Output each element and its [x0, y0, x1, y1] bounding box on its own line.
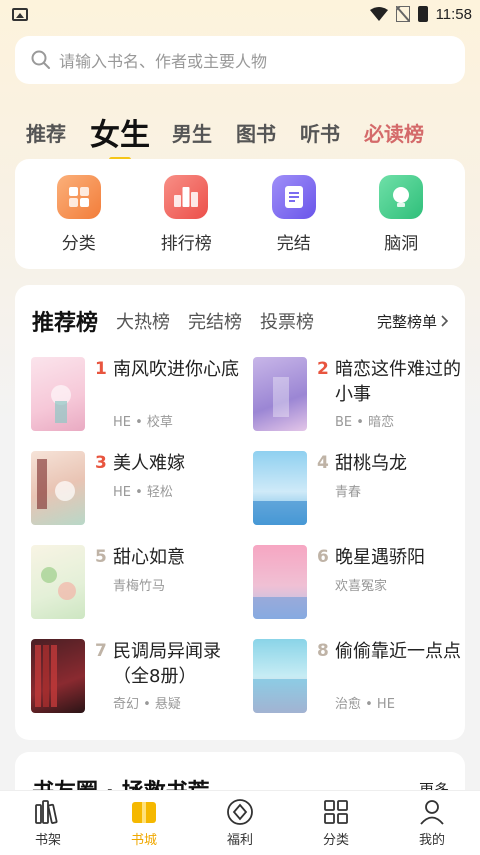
- quick-finished-label: 完结: [276, 233, 311, 254]
- book-tags: HE • 校草: [113, 415, 173, 430]
- ranking-tabs: 推荐榜 大热榜 完结榜 投票榜 完整榜单: [32, 303, 449, 339]
- book-item[interactable]: 7 民调局异闻录（全8册） 奇幻 • 悬疑: [31, 639, 246, 717]
- nav-profile-label: 我的: [418, 833, 445, 848]
- book-item[interactable]: 8 偷偷靠近一点点 治愈 • HE: [253, 639, 468, 717]
- tab-hot-rank[interactable]: 大热榜: [116, 308, 170, 334]
- quick-finished[interactable]: 完结: [254, 174, 334, 254]
- clock: 11:58: [435, 5, 472, 23]
- book-title: 暗恋这件难过的小事: [335, 359, 461, 405]
- full-ranking-label: 完整榜单: [376, 312, 437, 331]
- bulb-icon: [379, 174, 424, 219]
- nav-bookshelf-label: 书架: [34, 833, 61, 848]
- book-item[interactable]: 2 暗恋这件难过的小事 BE • 暗恋: [253, 357, 468, 435]
- quick-ranking-label: 排行榜: [160, 233, 212, 254]
- book-cover: [31, 357, 85, 431]
- book-cover: [31, 545, 85, 619]
- no-sim-icon: [395, 6, 410, 22]
- search-placeholder: 请输入书名、作者或主要人物: [59, 52, 268, 71]
- book-title: 南风吹进你心底: [113, 359, 239, 380]
- rank-number: 2: [317, 359, 329, 379]
- channel-tabs: 推荐 女生 男生 图书 听书 必读榜: [26, 96, 448, 153]
- rank-number: 7: [95, 641, 107, 661]
- book-cover: [253, 639, 307, 713]
- quick-category[interactable]: 分类: [39, 174, 119, 254]
- grid-icon: [56, 174, 101, 219]
- book-tags: BE • 暗恋: [335, 415, 395, 430]
- book-tags: 欢喜冤家: [335, 579, 388, 594]
- book-tags: 奇幻 • 悬疑: [113, 697, 181, 712]
- tab-female[interactable]: 女生: [90, 112, 150, 153]
- rank-number: 5: [95, 547, 107, 567]
- nav-welfare-label: 福利: [226, 833, 253, 848]
- quick-entry-card: 分类 排行榜 完结 脑洞: [15, 159, 465, 269]
- rank-number: 4: [317, 453, 329, 473]
- rank-number: 3: [95, 453, 107, 473]
- book-cover: [31, 639, 85, 713]
- wifi-icon: [369, 7, 388, 21]
- tab-books[interactable]: 图书: [236, 112, 276, 152]
- welfare-icon: [226, 798, 254, 826]
- quick-brainstorm-label: 脑洞: [384, 233, 419, 254]
- quick-brainstorm[interactable]: 脑洞: [361, 174, 441, 254]
- book-title: 民调局异闻录（全8册）: [113, 641, 221, 687]
- ranking-card: 推荐榜 大热榜 完结榜 投票榜 完整榜单 1 南风吹进你心底 HE • 校草 2…: [15, 285, 465, 740]
- book-cover: [253, 545, 307, 619]
- nav-bookstore-label: 书城: [130, 833, 157, 848]
- bookstore-icon: [130, 798, 158, 826]
- quick-category-label: 分类: [61, 233, 96, 254]
- book-cover: [31, 451, 85, 525]
- search-input[interactable]: 请输入书名、作者或主要人物: [15, 36, 465, 84]
- category-icon: [322, 798, 350, 826]
- book-title: 美人难嫁: [113, 453, 185, 474]
- book-tags: HE • 轻松: [113, 485, 173, 500]
- chevron-right-icon: [441, 315, 449, 327]
- battery-icon: [417, 6, 428, 22]
- tab-finished-rank[interactable]: 完结榜: [188, 308, 242, 334]
- book-cover: [253, 357, 307, 431]
- tab-audiobooks[interactable]: 听书: [300, 112, 340, 152]
- bottom-nav: 书架 书城 福利 分类 我的: [0, 790, 480, 855]
- nav-profile[interactable]: 我的: [397, 798, 467, 848]
- book-tags: 青梅竹马: [113, 579, 166, 594]
- nav-category[interactable]: 分类: [301, 798, 371, 848]
- book-item[interactable]: 5 甜心如意 青梅竹马: [31, 545, 246, 623]
- tab-male[interactable]: 男生: [172, 112, 212, 152]
- rank-number: 1: [95, 359, 107, 379]
- book-done-icon: [271, 174, 316, 219]
- rank-number: 8: [317, 641, 329, 661]
- nav-bookshelf[interactable]: 书架: [13, 798, 83, 848]
- status-bar: 11:58: [0, 0, 480, 28]
- tab-vote-rank[interactable]: 投票榜: [260, 308, 314, 334]
- book-item[interactable]: 3 美人难嫁 HE • 轻松: [31, 451, 246, 529]
- tab-recommend[interactable]: 推荐: [26, 112, 66, 152]
- ranking-icon: [164, 174, 209, 219]
- rank-number: 6: [317, 547, 329, 567]
- book-title: 甜心如意: [113, 547, 185, 568]
- book-tags: 治愈 • HE: [335, 697, 395, 712]
- nav-welfare[interactable]: 福利: [205, 798, 275, 848]
- book-item[interactable]: 6 晚星遇骄阳 欢喜冤家: [253, 545, 468, 623]
- profile-icon: [418, 798, 446, 826]
- tab-must-read[interactable]: 必读榜: [364, 112, 424, 152]
- book-title: 偷偷靠近一点点: [335, 641, 461, 662]
- book-cover: [253, 451, 307, 525]
- book-title: 晚星遇骄阳: [335, 547, 425, 568]
- status-right: 11:58: [369, 5, 472, 23]
- nav-category-label: 分类: [322, 833, 349, 848]
- nav-bookstore[interactable]: 书城: [109, 798, 179, 848]
- bookshelf-icon: [34, 798, 62, 826]
- search-icon: [31, 50, 50, 69]
- book-title: 甜桃乌龙: [335, 453, 407, 474]
- quick-ranking[interactable]: 排行榜: [146, 174, 226, 254]
- book-tags: 青春: [335, 485, 362, 500]
- book-item[interactable]: 1 南风吹进你心底 HE • 校草: [31, 357, 246, 435]
- full-ranking-link[interactable]: 完整榜单: [377, 311, 449, 332]
- book-item[interactable]: 4 甜桃乌龙 青春: [253, 451, 468, 529]
- gallery-notification-icon: [12, 7, 28, 21]
- tab-recommend-rank[interactable]: 推荐榜: [32, 305, 98, 337]
